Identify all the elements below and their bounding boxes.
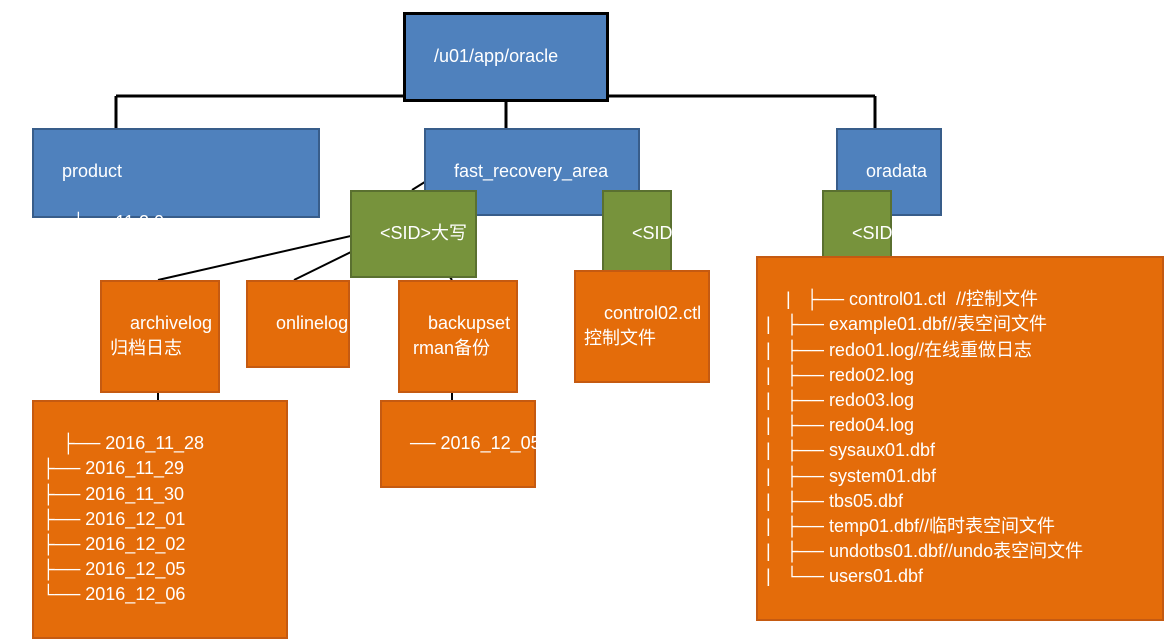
archivelog-dates: ├── 2016_11_28 ├── 2016_11_29 ├── 2016_1…	[42, 433, 204, 604]
control02-label: control02.ctl 控制文件	[584, 303, 701, 348]
archivelog-dates-node: ├── 2016_11_28 ├── 2016_11_29 ├── 2016_1…	[32, 400, 288, 639]
product-node: product └── 11.2.0 └── db_home1//家目录	[32, 128, 320, 218]
fra-sid-label: <SID>	[632, 223, 683, 243]
oradata-title: oradata	[866, 161, 927, 181]
backupset-node: backupset rman备份	[398, 280, 518, 393]
onlinelog-title: onlinelog	[276, 313, 348, 333]
fra-sid-upper-label: <SID>大写	[380, 223, 467, 243]
backupset-dates-node: ── 2016_12_05	[380, 400, 536, 488]
archivelog-title: archivelog 归档日志	[110, 313, 212, 358]
onlinelog-node: onlinelog	[246, 280, 350, 368]
fra-sid-node: <SID>	[602, 190, 672, 278]
product-tree: └── 11.2.0 └── db_home1//家目录	[42, 212, 269, 257]
backupset-title: backupset rman备份	[408, 313, 510, 358]
product-title: product	[62, 161, 122, 181]
diagram-canvas: /u01/app/oracle product └── 11.2.0 └── d…	[0, 0, 1175, 641]
oradata-sid-label: <SID>	[852, 223, 903, 243]
archivelog-node: archivelog 归档日志	[100, 280, 220, 393]
oradata-files: | ├── control01.ctl //控制文件 | ├── example…	[766, 289, 1083, 586]
fra-sid-upper-node: <SID>大写	[350, 190, 477, 278]
root-node: /u01/app/oracle	[403, 12, 609, 102]
backupset-dates: ── 2016_12_05	[410, 433, 541, 453]
root-path: /u01/app/oracle	[434, 46, 558, 66]
fra-title: fast_recovery_area	[454, 161, 608, 181]
oradata-files-node: | ├── control01.ctl //控制文件 | ├── example…	[756, 256, 1164, 621]
control02-node: control02.ctl 控制文件	[574, 270, 710, 383]
